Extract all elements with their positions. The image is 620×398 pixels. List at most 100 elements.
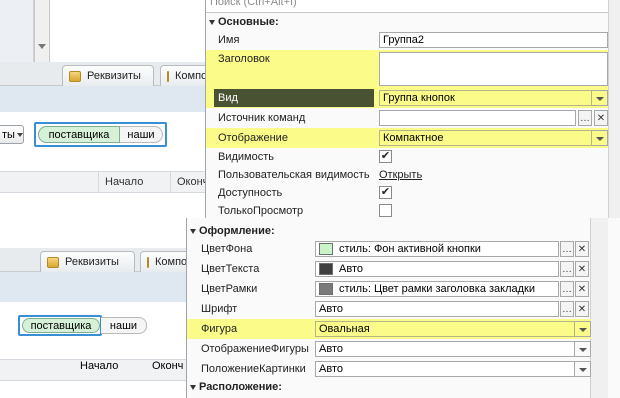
column-label: Начало bbox=[80, 360, 119, 372]
button-group-oval: поставщика bbox=[18, 315, 102, 336]
tab-table-icon bbox=[69, 70, 81, 82]
chevron-down-icon[interactable] bbox=[575, 321, 591, 337]
property-label: Отображение bbox=[218, 132, 288, 144]
display-dropdown[interactable]: Компактное bbox=[379, 130, 592, 146]
scroll-down-arrow-icon[interactable] bbox=[38, 44, 46, 49]
button-group-compact: поставщика наши bbox=[34, 122, 167, 147]
clear-x-icon[interactable]: ✕ bbox=[575, 281, 589, 297]
chevron-down-icon[interactable] bbox=[592, 130, 608, 146]
chevron-down-icon[interactable] bbox=[575, 341, 591, 357]
property-label: ТолькоПросмотр bbox=[218, 205, 304, 217]
ellipsis-icon[interactable]: … bbox=[560, 241, 574, 257]
ellipsis-icon[interactable]: … bbox=[560, 281, 574, 297]
property-label: ЦветРамки bbox=[201, 283, 258, 295]
button-nashi[interactable]: наши bbox=[101, 317, 147, 334]
chevron-down-icon[interactable] bbox=[575, 361, 591, 377]
border-color-field[interactable]: стиль: Цвет рамки заголовка закладки bbox=[315, 281, 559, 297]
chevron-down-icon[interactable] bbox=[592, 90, 608, 106]
property-row-text-color: ЦветТекста Авто … ✕ bbox=[187, 259, 591, 279]
field-value: Группа2 bbox=[383, 34, 424, 46]
dropdown-label: ты bbox=[2, 128, 15, 141]
visibility-checkbox[interactable]: ✔ bbox=[379, 150, 392, 163]
filter-dropdown[interactable]: ты bbox=[0, 125, 24, 144]
field-value: Авто bbox=[319, 363, 343, 375]
collapse-triangle-icon bbox=[190, 228, 196, 234]
title-field[interactable] bbox=[379, 52, 608, 86]
property-row-availability: Доступность ✔ bbox=[206, 184, 608, 202]
button-nashi[interactable]: наши bbox=[120, 126, 163, 143]
field-value: стиль: Цвет рамки заголовка закладки bbox=[339, 283, 536, 295]
button-postavshchika[interactable]: поставщика bbox=[22, 318, 100, 333]
column-label: Оконч bbox=[152, 360, 184, 372]
tab-table-icon bbox=[47, 256, 59, 268]
back-color-field[interactable]: стиль: Фон активной кнопки bbox=[315, 241, 559, 257]
property-label: Пользовательская видимость bbox=[218, 169, 370, 181]
ellipsis-icon[interactable]: … bbox=[560, 301, 574, 317]
tab-komponovka[interactable]: Компоновка bbox=[160, 65, 205, 86]
clear-x-icon[interactable]: ✕ bbox=[575, 241, 589, 257]
property-row-display: Отображение Компактное bbox=[206, 128, 608, 148]
kind-label-highlight bbox=[214, 89, 374, 107]
column-label: Начало bbox=[105, 176, 144, 188]
list-area bbox=[0, 0, 34, 62]
category-oformlenie[interactable]: Оформление: bbox=[187, 223, 591, 239]
panel-scrollbar[interactable] bbox=[590, 218, 608, 398]
readonly-checkbox[interactable] bbox=[379, 204, 392, 217]
tab-rekvizity[interactable]: Реквизиты bbox=[40, 251, 135, 272]
grid-header: Начало Оконч bbox=[0, 171, 205, 193]
property-list: Основные: Имя Группа2 Заголовок Вид Груп… bbox=[206, 14, 608, 218]
category-raspolozhenie[interactable]: Расположение: bbox=[187, 379, 591, 395]
property-row-shape-display: ОтображениеФигуры Авто bbox=[187, 339, 591, 359]
field-value: Авто bbox=[339, 263, 363, 275]
ellipsis-icon[interactable]: … bbox=[578, 110, 592, 126]
property-list: Оформление: ЦветФона стиль: Фон активной… bbox=[187, 223, 591, 395]
property-row-readonly: ТолькоПросмотр bbox=[206, 202, 608, 218]
clear-x-icon[interactable]: ✕ bbox=[594, 110, 608, 126]
property-row-visibility: Видимость ✔ bbox=[206, 148, 608, 166]
column-label: Оконч bbox=[177, 176, 205, 188]
tab-layout-icon bbox=[167, 70, 169, 82]
field-value: Компактное bbox=[383, 132, 444, 144]
kind-dropdown[interactable]: Группа кнопок bbox=[379, 90, 592, 106]
command-source-field[interactable] bbox=[379, 110, 576, 126]
property-label: ЦветФона bbox=[201, 243, 253, 255]
column-header-start[interactable]: Начало bbox=[80, 360, 152, 372]
property-label: ОтображениеФигуры bbox=[201, 343, 309, 355]
shape-dropdown[interactable]: Овальная bbox=[315, 321, 575, 337]
panel-scrollbar[interactable] bbox=[608, 0, 620, 218]
category-osnovnye[interactable]: Основные: bbox=[206, 14, 608, 30]
properties-panel-appearance: Оформление: ЦветФона стиль: Фон активной… bbox=[186, 218, 620, 398]
search-input[interactable]: Поиск (Ctrl+Alt+I) bbox=[206, 0, 620, 13]
property-row-kind: Вид Группа кнопок bbox=[206, 88, 608, 108]
property-label: Шрифт bbox=[201, 303, 238, 315]
property-row-shape: Фигура Овальная bbox=[187, 319, 591, 339]
availability-checkbox[interactable]: ✔ bbox=[379, 186, 392, 199]
column-header-end[interactable]: Оконч bbox=[170, 172, 205, 192]
tab-label: Компоновка bbox=[175, 70, 205, 82]
clear-x-icon[interactable]: ✕ bbox=[575, 261, 589, 277]
button-label: поставщика bbox=[30, 319, 92, 332]
font-field[interactable]: Авто bbox=[315, 301, 559, 317]
properties-panel-main: Поиск (Ctrl+Alt+I) Основные: Имя Группа2… bbox=[205, 0, 620, 218]
property-label: ЦветТекста bbox=[201, 263, 260, 275]
text-color-field[interactable]: Авто bbox=[315, 261, 559, 277]
property-label: Источник команд bbox=[218, 112, 306, 124]
field-value: Группа кнопок bbox=[383, 92, 455, 104]
property-row-font: Шрифт Авто … ✕ bbox=[187, 299, 591, 319]
shape-display-dropdown[interactable]: Авто bbox=[315, 341, 575, 357]
column-header-end[interactable]: Оконч bbox=[152, 360, 186, 372]
property-label: ПоложениеКартинки bbox=[201, 363, 306, 375]
clear-x-icon[interactable]: ✕ bbox=[575, 301, 589, 317]
form-preview-top: Реквизиты Компоновка ты поставщика наши … bbox=[0, 0, 205, 218]
checkmark-icon: ✔ bbox=[380, 150, 391, 162]
tab-komponovka[interactable]: Компоновка bbox=[140, 251, 186, 272]
button-postavshchika[interactable]: поставщика bbox=[38, 126, 120, 143]
collapse-triangle-icon bbox=[190, 384, 196, 390]
ellipsis-icon[interactable]: … bbox=[560, 261, 574, 277]
open-link[interactable]: Открыть bbox=[379, 166, 422, 184]
picture-position-dropdown[interactable]: Авто bbox=[315, 361, 575, 377]
name-field[interactable]: Группа2 bbox=[379, 32, 608, 48]
list-scrollbar[interactable] bbox=[34, 0, 50, 62]
column-header-start[interactable]: Начало bbox=[98, 172, 170, 192]
tab-rekvizity[interactable]: Реквизиты bbox=[62, 65, 154, 86]
